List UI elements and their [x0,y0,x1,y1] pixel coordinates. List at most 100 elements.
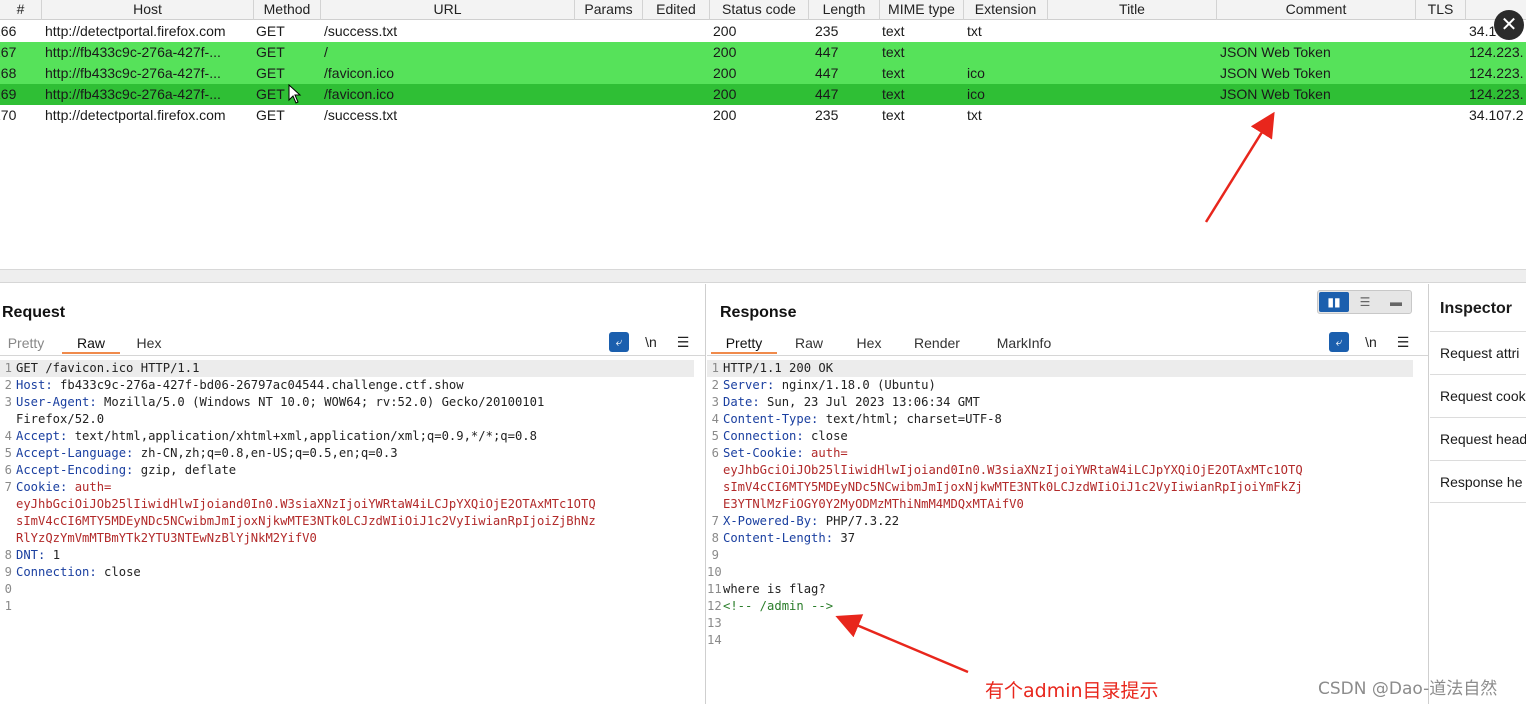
layout-toggle: ▮▮ ☰ ▬ [1317,290,1412,314]
tab-raw[interactable]: Raw [793,334,825,354]
tab-hex[interactable]: Hex [134,334,164,354]
cell-url: /favicon.ico [324,86,395,102]
header-value: gzip, deflate [133,463,237,477]
header-value: <!-- /admin --> [723,599,834,613]
line-text: <!-- /admin --> [723,598,833,615]
header-key: Cookie: [16,480,68,494]
divider [707,355,1428,356]
column-header[interactable]: MIME type [880,0,964,20]
newline-toggle[interactable]: \n [1361,332,1381,352]
code-line: eyJhbGciOiJOb25lIiwidHlwIjoiand0In0.W3si… [707,462,1413,479]
line-text: HTTP/1.1 200 OK [723,360,833,377]
cell-ip: 124.223. [1469,44,1524,60]
line-number: 5 [711,429,719,443]
response-code[interactable]: 1 HTTP/1.1 200 OK 2 Server: nginx/1.18.0 (U… [707,360,1413,649]
code-line: 10 [707,564,1413,581]
jwt-token-text: RlYzQzYmVmMTBmYTk2YTU3NTEwNzBlYjNkM2YifV… [16,531,317,545]
column-header[interactable]: Status code [710,0,809,20]
column-header[interactable]: Title [1048,0,1217,20]
code-line: 4 Content-Type: text/html; charset=UTF-8 [707,411,1413,428]
tab-pretty[interactable]: Pretty [6,334,46,354]
split-horizontal-icon[interactable]: ▮▮ [1319,292,1349,312]
header-value: GET /favicon.ico HTTP/1.1 [16,361,200,375]
table-row[interactable]: 170 http://detectportal.firefox.com GET/su… [0,105,1526,126]
inspector-response-headers[interactable]: Response he [1430,460,1526,503]
header-key: Accept: [16,429,68,443]
cell-num: 167 [0,44,17,60]
close-icon: ✕ [1500,14,1518,36]
column-header[interactable]: Method [254,0,321,20]
inspector-panel: Inspector Request attri Request cook Req… [1430,284,1526,704]
table-row[interactable]: 168 http://fb433c9c-276a-427f-... GET/favi… [0,63,1526,84]
response-editor: Response Pretty Raw Hex Render MarkInfo … [707,284,1429,704]
cell-mime: text [882,65,905,81]
code-line: 0 [0,581,694,598]
line-text: Cookie: auth= [16,479,111,496]
cell-url: /success.txt [324,107,398,123]
column-header[interactable]: Host [42,0,254,20]
line-text: Connection: close [723,428,848,445]
cell-comment: JSON Web Token [1220,86,1331,102]
code-line: 13 [707,615,1413,632]
column-header[interactable]: Extension [964,0,1048,20]
header-value: HTTP/1.1 200 OK [723,361,834,375]
wrap-lines-icon[interactable]: ⤶ [609,332,629,352]
split-vertical-icon[interactable]: ☰ [1350,292,1380,312]
tab-markinfo[interactable]: MarkInfo [991,334,1057,354]
annotation-text: 有个admin目录提示 [985,680,1159,702]
hamburger-menu-icon[interactable]: ☰ [1393,332,1413,352]
table-row[interactable]: 169 http://fb433c9c-276a-427f-... GET/favi… [0,84,1526,105]
cell-mime: text [882,23,905,39]
column-header[interactable]: # [0,0,42,20]
tab-raw[interactable]: Raw [62,334,120,354]
tab-render[interactable]: Render [911,334,963,354]
jwt-token-text: sImV4cCI6MTY5MDEyNDc5NCwibmJmIjoxNjkwMTE… [723,480,1303,494]
header-key: DNT: [16,548,46,562]
cell-method: GET [256,23,285,39]
line-text: Set-Cookie: auth= [723,445,848,462]
cell-status: 200 [713,65,737,81]
newline-toggle[interactable]: \n [641,332,661,352]
inspector-request-attributes[interactable]: Request attri [1430,331,1526,374]
cell-host: http://detectportal.firefox.com [45,107,226,123]
single-pane-icon[interactable]: ▬ [1381,292,1411,312]
code-line: 14 [707,632,1413,649]
code-line: 6 Set-Cookie: auth= [707,445,1413,462]
cell-status: 200 [713,107,737,123]
line-number: 10 [707,565,722,579]
close-button[interactable]: ✕ [1494,10,1524,40]
line-text: Firefox/52.0 [16,411,104,428]
line-text: sImV4cCI6MTY5MDEyNDc5NCwibmJmIjoxNjkwMTE… [723,479,1303,496]
table-row[interactable]: 167 http://fb433c9c-276a-427f-... GET / 200 4… [0,42,1526,63]
line-text: GET /favicon.ico HTTP/1.1 [16,360,199,377]
request-code[interactable]: 1 GET /favicon.ico HTTP/1.1 2 Host: fb433c9… [0,360,694,615]
column-header[interactable]: Edited [643,0,710,20]
line-text: RlYzQzYmVmMTBmYTk2YTU3NTEwNzBlYjNkM2YifV… [16,530,317,547]
table-row[interactable]: 166 http://detectportal.firefox.com GET/su… [0,21,1526,42]
column-header[interactable]: Comment [1217,0,1416,20]
response-title: Response [720,304,797,321]
tab-hex[interactable]: Hex [855,334,883,354]
hamburger-menu-icon[interactable]: ☰ [673,332,693,352]
cell-method: GET [256,86,285,102]
cell-ext [964,42,1048,63]
code-line: 2 Server: nginx/1.18.0 (Ubuntu) [707,377,1413,394]
line-text: eyJhbGciOiJOb25lIiwidHlwIjoiand0In0.W3si… [723,462,1303,479]
cell-ext: ico [967,65,985,81]
tab-pretty[interactable]: Pretty [711,334,777,354]
column-header[interactable]: Params [575,0,643,20]
pane-splitter[interactable] [0,270,1526,283]
code-line: 1 GET /favicon.ico HTTP/1.1 [0,360,694,377]
response-tabs: Pretty Raw Hex Render MarkInfo [707,334,1107,354]
column-header[interactable]: TLS [1416,0,1466,20]
line-text: Content-Length: 37 [723,530,855,547]
cell-length: 235 [815,23,839,39]
column-header[interactable]: URL [321,0,575,20]
code-line: 6 Accept-Encoding: gzip, deflate [0,462,694,479]
column-header[interactable]: Length [809,0,880,20]
wrap-lines-icon[interactable]: ⤶ [1329,332,1349,352]
inspector-request-headers[interactable]: Request head [1430,417,1526,460]
inspector-request-cookies[interactable]: Request cook [1430,374,1526,417]
line-number: 4 [711,412,719,426]
cell-method: GET [256,44,285,60]
